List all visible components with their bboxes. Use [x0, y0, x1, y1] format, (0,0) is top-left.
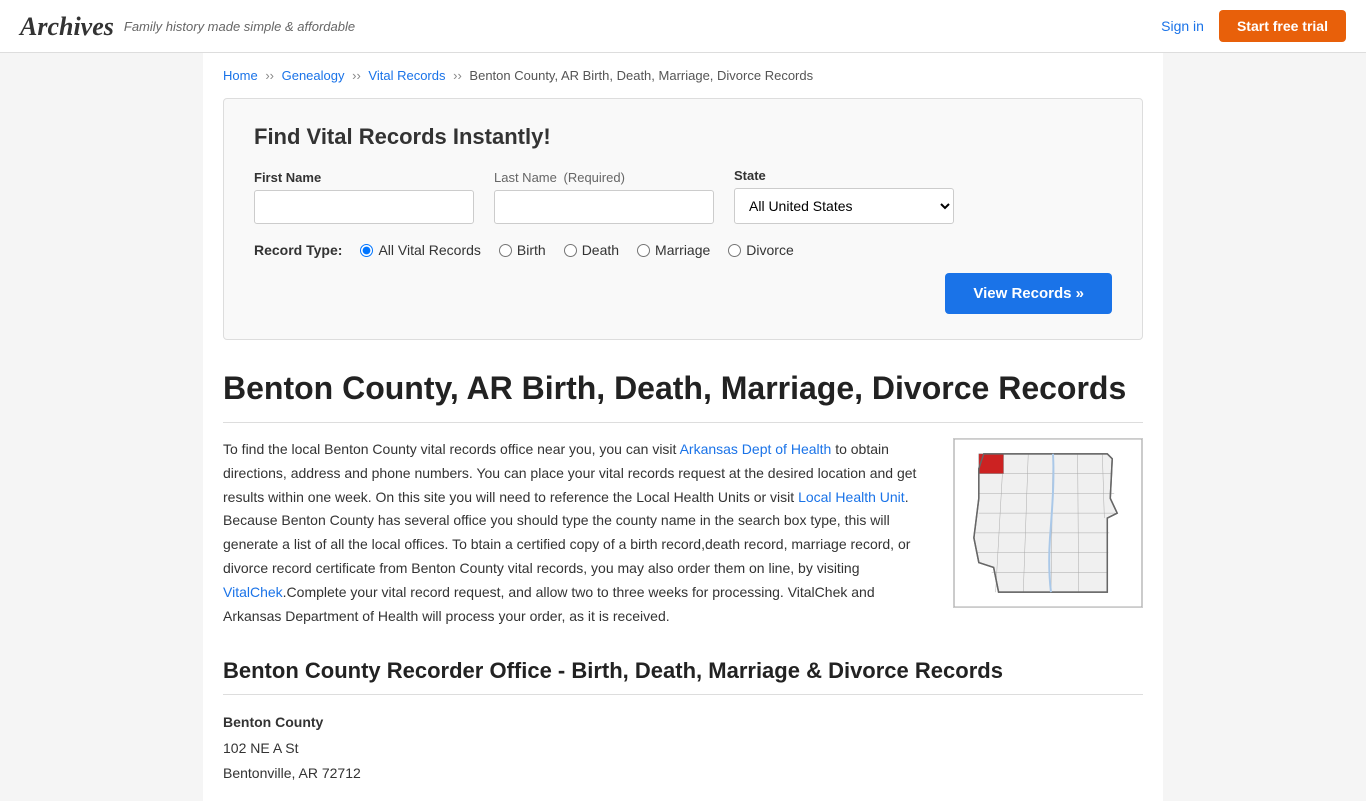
radio-death[interactable]: Death: [564, 242, 619, 258]
arkansas-map: [953, 438, 1143, 608]
content-paragraph: To find the local Benton County vital re…: [223, 438, 928, 628]
local-health-unit-link[interactable]: Local Health Unit: [798, 489, 905, 505]
record-type-row: Record Type: All Vital Records Birth Dea…: [254, 242, 1112, 258]
content-section: To find the local Benton County vital re…: [223, 438, 1143, 628]
search-fields: First Name Last Name (Required) State Al…: [254, 168, 1112, 224]
radio-divorce-label: Divorce: [746, 242, 793, 258]
radio-birth-label: Birth: [517, 242, 546, 258]
county-address1: 102 NE A St: [223, 736, 1143, 761]
header: Archives Family history made simple & af…: [0, 0, 1366, 53]
breadcrumb-sep-3: ››: [453, 68, 462, 83]
radio-all-vital-input[interactable]: [360, 244, 373, 257]
breadcrumb: Home ›› Genealogy ›› Vital Records ›› Be…: [223, 68, 1143, 83]
county-info: Benton County 102 NE A St Bentonville, A…: [223, 710, 1143, 786]
vitalchek-link[interactable]: VitalChek: [223, 584, 283, 600]
radio-marriage-label: Marriage: [655, 242, 710, 258]
header-right: Sign in Start free trial: [1161, 10, 1346, 42]
first-name-label: First Name: [254, 170, 474, 185]
site-tagline: Family history made simple & affordable: [124, 19, 355, 34]
header-left: Archives Family history made simple & af…: [20, 11, 355, 42]
search-box: Find Vital Records Instantly! First Name…: [223, 98, 1143, 340]
breadcrumb-sep-1: ››: [265, 68, 274, 83]
radio-birth-input[interactable]: [499, 244, 512, 257]
radio-marriage-input[interactable]: [637, 244, 650, 257]
search-actions: View Records »: [254, 273, 1112, 314]
radio-death-label: Death: [582, 242, 619, 258]
search-title: Find Vital Records Instantly!: [254, 124, 1112, 150]
view-records-button[interactable]: View Records »: [945, 273, 1112, 314]
first-name-field-group: First Name: [254, 170, 474, 224]
state-label: State: [734, 168, 954, 183]
first-name-input[interactable]: [254, 190, 474, 224]
last-name-label: Last Name (Required): [494, 170, 714, 185]
radio-marriage[interactable]: Marriage: [637, 242, 710, 258]
last-name-input[interactable]: [494, 190, 714, 224]
breadcrumb-vital-records[interactable]: Vital Records: [368, 68, 445, 83]
county-name: Benton County: [223, 714, 323, 730]
state-field-group: State All United States: [734, 168, 954, 224]
main-content: Home ›› Genealogy ›› Vital Records ›› Be…: [203, 53, 1163, 801]
sign-in-link[interactable]: Sign in: [1161, 18, 1204, 34]
page-title: Benton County, AR Birth, Death, Marriage…: [223, 370, 1143, 423]
arkansas-map-container: [953, 438, 1143, 628]
breadcrumb-current: Benton County, AR Birth, Death, Marriage…: [469, 68, 813, 83]
radio-divorce-input[interactable]: [728, 244, 741, 257]
breadcrumb-genealogy[interactable]: Genealogy: [282, 68, 345, 83]
record-type-label: Record Type:: [254, 242, 342, 258]
radio-all-vital-label: All Vital Records: [378, 242, 480, 258]
radio-divorce[interactable]: Divorce: [728, 242, 793, 258]
recorder-title: Benton County Recorder Office - Birth, D…: [223, 658, 1143, 695]
radio-death-input[interactable]: [564, 244, 577, 257]
radio-birth[interactable]: Birth: [499, 242, 546, 258]
site-logo: Archives: [20, 11, 114, 42]
start-trial-button[interactable]: Start free trial: [1219, 10, 1346, 42]
state-select[interactable]: All United States: [734, 188, 954, 224]
breadcrumb-home[interactable]: Home: [223, 68, 258, 83]
radio-all-vital[interactable]: All Vital Records: [360, 242, 480, 258]
last-name-field-group: Last Name (Required): [494, 170, 714, 224]
county-address2: Bentonville, AR 72712: [223, 761, 1143, 786]
breadcrumb-sep-2: ››: [352, 68, 361, 83]
content-body: To find the local Benton County vital re…: [223, 438, 928, 628]
arkansas-health-link[interactable]: Arkansas Dept of Health: [680, 441, 832, 457]
